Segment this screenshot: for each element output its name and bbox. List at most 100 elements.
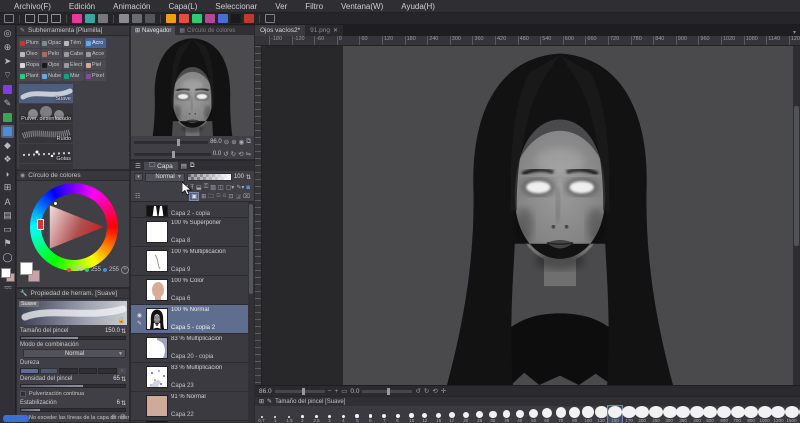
shade-icon[interactable]	[132, 14, 142, 23]
brush-size-value[interactable]: 150.0	[105, 328, 120, 334]
layer-row-capa-20---copia[interactable]: 83 % MultiplicaciónCapa 20 - copia	[131, 334, 254, 363]
status-zoom-slider[interactable]	[275, 390, 325, 393]
apply-mask-icon[interactable]: ◪	[235, 193, 241, 200]
brush-size-17[interactable]: 17	[445, 406, 459, 423]
subtool-group-pixel[interactable]: Pixel	[85, 71, 106, 81]
sv-knob[interactable]	[53, 201, 58, 206]
canvas-document[interactable]	[343, 46, 793, 385]
stabilization-slider[interactable]	[20, 408, 126, 412]
transparent-color-icon[interactable]: ≈≈	[4, 283, 11, 292]
layer-scrollbar[interactable]	[248, 202, 254, 422]
brush-ruido[interactable]: Ruido	[19, 124, 73, 143]
document-tab-91png[interactable]: 91.png✕	[305, 25, 343, 36]
balloon-tool-icon[interactable]: ◯	[1, 251, 14, 264]
brush-size-25[interactable]: 25	[473, 406, 487, 423]
flip-horizontal-icon[interactable]: ⇋	[246, 150, 251, 158]
layer-thumbnail[interactable]	[146, 205, 168, 217]
subtool-group-ropa[interactable]: Ropa	[19, 60, 40, 70]
pink-pattern-icon[interactable]	[72, 14, 82, 23]
menu-item-archivof[interactable]: Archivo(F)	[6, 0, 59, 13]
brush-size-30[interactable]: 30	[486, 406, 500, 423]
text-tool-icon[interactable]: A	[1, 195, 14, 208]
rotate-left-icon[interactable]: ↺	[223, 150, 228, 158]
layer-thumbnail[interactable]	[146, 250, 168, 272]
brush-size-700[interactable]: 700	[731, 406, 745, 423]
subtool-group-cabe[interactable]: Cabe	[63, 49, 84, 59]
menu-item-edicin[interactable]: Edición	[61, 0, 103, 13]
fit-icon[interactable]: ▭	[341, 387, 347, 395]
brush-size-80[interactable]: 80	[568, 406, 582, 423]
delete-layer-button[interactable]: ⌧	[243, 193, 250, 200]
pose-icon[interactable]	[265, 14, 275, 23]
teal-pattern-icon[interactable]	[85, 14, 95, 23]
transfer-layer-icon[interactable]: ⧉	[216, 193, 220, 200]
brush-size-35[interactable]: 35	[500, 406, 514, 423]
zoom-out-icon[interactable]: −	[328, 388, 332, 395]
fg-bg-swatches[interactable]	[1, 268, 15, 282]
density-value[interactable]: 65	[113, 376, 120, 382]
hue-knob[interactable]	[37, 219, 44, 230]
subtool-group-óleo[interactable]: Óleo	[19, 49, 40, 59]
eye-icon[interactable]: ◉	[137, 312, 142, 319]
layer-thumbnail[interactable]	[146, 221, 168, 243]
layer-row-capa-8[interactable]: 100 % SuperponerCapa 8	[131, 218, 254, 247]
blend-tool-icon[interactable]: ❖	[1, 153, 14, 166]
layer-row-capa-22[interactable]: 91 % NormalCapa 22	[131, 392, 254, 421]
brush-suave[interactable]: Suave	[19, 84, 73, 103]
continuous-spray-row[interactable]: Pulverización continua	[17, 390, 129, 398]
tab-list-chevron-icon[interactable]: ▾	[793, 29, 800, 36]
ruler-dropdown-icon[interactable]: ▢▾	[226, 184, 235, 191]
color-wheel[interactable]: 255 255 255 +	[17, 181, 131, 276]
lock-alpha-icon[interactable]: ▨	[210, 184, 216, 191]
layer-row-capa-9[interactable]: 100 % MultiplicaciónCapa 9	[131, 247, 254, 276]
subtool-group-plant[interactable]: Plant	[19, 71, 40, 81]
orange-grid-icon[interactable]	[166, 14, 176, 23]
menu-item-ver[interactable]: Ver	[267, 0, 295, 13]
panel-list-icon[interactable]: ☷	[135, 193, 140, 200]
panel-menu-icon[interactable]: ▤	[181, 162, 187, 170]
save-cloud-icon[interactable]	[51, 14, 61, 23]
layer-thumbnail[interactable]	[146, 337, 168, 359]
layer-row-capa-6[interactable]: 100 % ColorCapa 6	[131, 276, 254, 305]
mask-button[interactable]: ⊡	[228, 193, 233, 200]
red-swatch-icon[interactable]	[244, 14, 254, 23]
fill-tool-icon[interactable]: ◗	[1, 167, 14, 180]
subtool-group-acce[interactable]: Acce	[85, 49, 106, 59]
subtool-group-acro[interactable]: Acro	[85, 38, 106, 48]
close-tab-icon[interactable]: ✕	[333, 27, 338, 34]
stabilization-value[interactable]: 6	[117, 400, 120, 406]
purple-pattern-icon[interactable]	[205, 14, 215, 23]
brush-size-60[interactable]: 60	[540, 406, 554, 423]
brush-size-20[interactable]: 20	[459, 406, 473, 423]
layer-thumbnail[interactable]	[146, 279, 168, 301]
move-view-icon[interactable]: ✛	[441, 387, 446, 395]
zoom-slider[interactable]	[134, 141, 208, 144]
canvas-vertical-scrollbar[interactable]	[793, 46, 800, 385]
subtool-group-opac[interactable]: Opac	[41, 38, 62, 48]
blend-mode-dropdown[interactable]: Normal▼	[23, 349, 126, 358]
zoom-tool-icon[interactable]: ◎	[1, 27, 14, 40]
menu-item-ayudah[interactable]: Ayuda(H)	[393, 0, 443, 13]
decoration-tool-icon[interactable]: ◆	[1, 139, 14, 152]
zoom-100-icon[interactable]: ◉	[239, 138, 245, 146]
subtool-group-ojos[interactable]: Ojos	[41, 60, 62, 70]
brush-size-15[interactable]: 15	[432, 406, 446, 423]
brush-size-300[interactable]: 300	[663, 406, 677, 423]
clip-icon[interactable]: ◨	[183, 184, 189, 191]
black-swatch-icon[interactable]	[231, 14, 241, 23]
checkbox-icon[interactable]	[20, 391, 26, 397]
menu-item-capal[interactable]: Capa(L)	[161, 0, 206, 13]
green-pattern-icon[interactable]	[192, 14, 202, 23]
brush-size-0.7[interactable]: 0.7	[255, 406, 269, 423]
layer-row-76---normal[interactable]: 76 % Normal	[131, 421, 254, 422]
fit-screen-icon[interactable]: ⧉	[246, 138, 251, 146]
brush-size-350[interactable]: 350	[676, 406, 690, 423]
effect-dropdown-icon[interactable]: ✎▾	[236, 184, 244, 191]
rotate-left-icon[interactable]: ↺	[415, 387, 420, 395]
canvas-viewport[interactable]	[262, 46, 793, 385]
brush-size-170[interactable]: 170	[622, 406, 636, 423]
hardness-segments[interactable]: ›	[20, 368, 126, 374]
brush-size-800[interactable]: 800	[744, 406, 758, 423]
brush-size-1[interactable]: 1	[269, 406, 283, 423]
subtool-group-nube[interactable]: Nube	[41, 71, 62, 81]
